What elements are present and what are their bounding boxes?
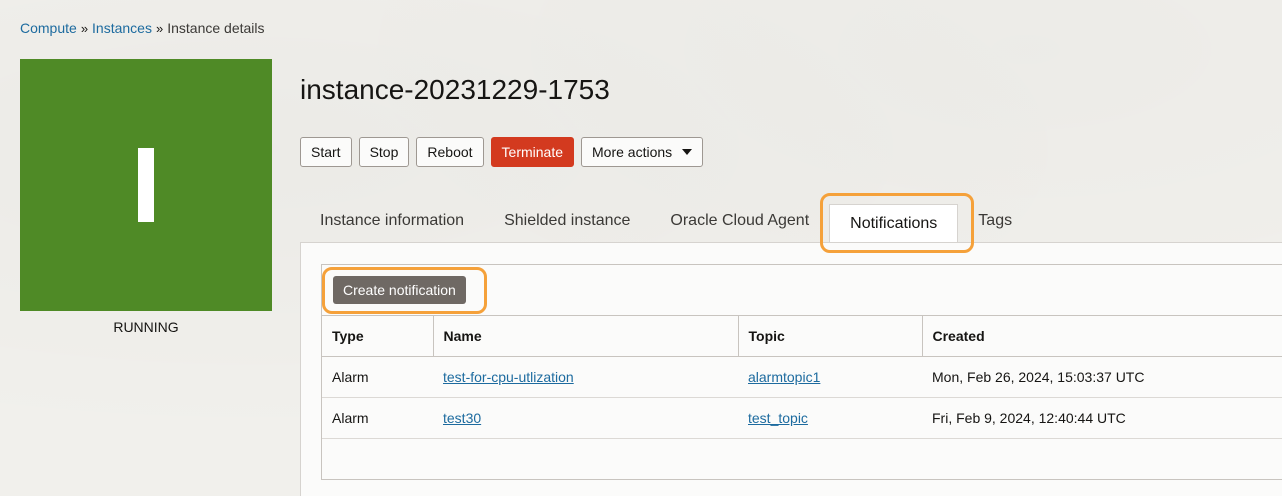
column-header-topic[interactable]: Topic bbox=[738, 315, 923, 357]
tab-tags[interactable]: Tags bbox=[958, 200, 1032, 242]
breadcrumb-separator: » bbox=[155, 21, 164, 36]
topic-link[interactable]: alarmtopic1 bbox=[748, 369, 820, 385]
action-toolbar: Start Stop Reboot Terminate More actions bbox=[300, 137, 704, 167]
tab-oracle-cloud-agent[interactable]: Oracle Cloud Agent bbox=[650, 200, 829, 242]
breadcrumb-separator: » bbox=[80, 21, 89, 36]
column-header-type[interactable]: Type bbox=[322, 315, 434, 357]
table-header-row: Type Name Topic Created bbox=[322, 315, 1282, 357]
instance-status: RUNNING bbox=[113, 319, 179, 335]
tab-notifications[interactable]: Notifications bbox=[829, 204, 959, 242]
reboot-button[interactable]: Reboot bbox=[416, 137, 484, 167]
notification-name-link[interactable]: test-for-cpu-utlization bbox=[443, 369, 574, 385]
table-row: Alarm test-for-cpu-utlization alarmtopic… bbox=[322, 356, 1282, 398]
instance-avatar-letter bbox=[138, 148, 154, 222]
start-button[interactable]: Start bbox=[300, 137, 352, 167]
breadcrumb-compute[interactable]: Compute bbox=[20, 20, 77, 36]
cell-created: Fri, Feb 9, 2024, 12:40:44 UTC bbox=[922, 397, 1282, 439]
cell-created: Mon, Feb 26, 2024, 15:03:37 UTC bbox=[922, 356, 1282, 398]
caret-down-icon bbox=[682, 149, 693, 155]
more-actions-button[interactable]: More actions bbox=[581, 137, 704, 167]
cell-name: test30 bbox=[433, 397, 738, 439]
create-notification-button[interactable]: Create notification bbox=[333, 276, 466, 304]
page-title: instance-20231229-1753 bbox=[300, 74, 610, 105]
column-header-created[interactable]: Created bbox=[922, 315, 1282, 357]
notification-name-link[interactable]: test30 bbox=[443, 410, 481, 426]
table-row: Alarm test30 test_topic Fri, Feb 9, 2024… bbox=[322, 397, 1282, 439]
instance-avatar bbox=[20, 59, 272, 311]
breadcrumb: Compute» Instances» Instance details bbox=[20, 19, 265, 38]
terminate-button[interactable]: Terminate bbox=[490, 137, 575, 167]
tab-bar: Instance information Shielded instance O… bbox=[300, 200, 1032, 242]
column-header-name[interactable]: Name bbox=[433, 315, 739, 357]
notifications-table: Type Name Topic Created Alarm test-for-c… bbox=[322, 315, 1282, 439]
instance-details-page: Compute» Instances» Instance details RUNNI… bbox=[0, 0, 1282, 496]
cell-topic: test_topic bbox=[738, 397, 922, 439]
topic-link[interactable]: test_topic bbox=[748, 410, 808, 426]
cell-type: Alarm bbox=[322, 356, 433, 398]
more-actions-label: More actions bbox=[592, 144, 673, 160]
cell-topic: alarmtopic1 bbox=[738, 356, 922, 398]
cell-type: Alarm bbox=[322, 397, 433, 439]
stop-button[interactable]: Stop bbox=[358, 137, 410, 167]
cell-name: test-for-cpu-utlization bbox=[433, 356, 738, 398]
tab-shielded-instance[interactable]: Shielded instance bbox=[484, 200, 650, 242]
breadcrumb-instances[interactable]: Instances bbox=[92, 20, 152, 36]
breadcrumb-current: Instance details bbox=[167, 20, 265, 36]
tab-instance-information[interactable]: Instance information bbox=[300, 200, 484, 242]
